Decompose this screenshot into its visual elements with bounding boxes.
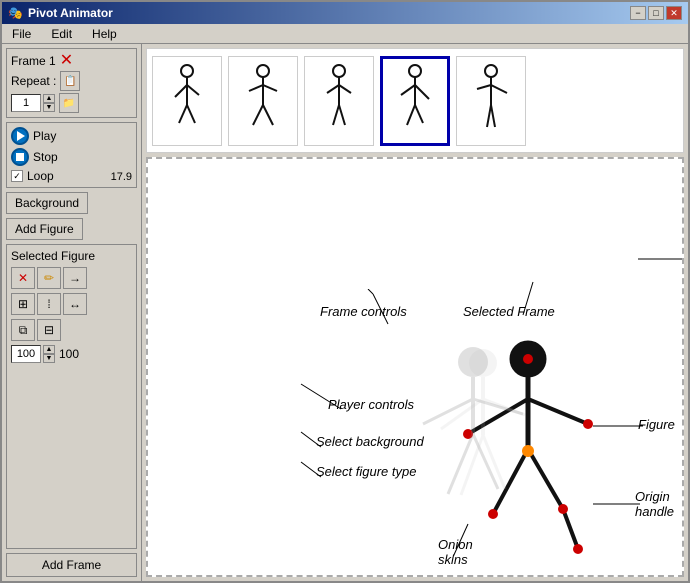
stick-figure-1	[165, 63, 210, 138]
annotation-line-onion	[448, 519, 498, 559]
stick-figure-5	[469, 63, 514, 138]
frame-thumb-1[interactable]	[152, 56, 222, 146]
menu-bar: File Edit Help	[2, 24, 688, 44]
add-frame-button[interactable]: Add Frame	[6, 553, 137, 577]
annotation-line-frame-controls	[348, 289, 398, 329]
canvas-area: Frame controls Selected Frame Time-line	[146, 157, 684, 577]
frame-copy-button[interactable]: 📋	[60, 71, 80, 91]
title-bar-controls: − □ ✕	[630, 6, 682, 20]
stop-square	[16, 153, 24, 161]
size-value2: 100	[59, 347, 79, 361]
annotation-select-figure: Select figure type	[316, 464, 416, 479]
annotation-line-selected	[518, 277, 548, 317]
frame-thumb-2[interactable]	[228, 56, 298, 146]
size-spinner: ▲ ▼	[11, 345, 55, 363]
stick-figure-2	[241, 63, 286, 138]
stick-figure-3	[317, 63, 362, 138]
figure-copy-button[interactable]: ⧉	[11, 319, 35, 341]
spin-arrows: ▲ ▼	[43, 94, 55, 112]
fps-display: 17.9	[111, 171, 132, 183]
annotation-line-bg	[296, 427, 326, 452]
size-spin-up[interactable]: ▲	[43, 345, 55, 354]
figure-move-button[interactable]: ↔	[63, 293, 87, 315]
repeat-section: Repeat : 📋	[11, 71, 132, 91]
left-panel: Frame 1 ✕ Repeat : 📋 ▲ ▼ 📁	[2, 44, 142, 581]
play-label: Play	[33, 129, 56, 143]
figure-grid-button[interactable]: ⊞	[11, 293, 35, 315]
selected-figure-title: Selected Figure	[11, 249, 132, 263]
frame-paste-button[interactable]: 📁	[59, 93, 79, 113]
app-title: Pivot Animator	[28, 6, 113, 20]
frame-delete-button[interactable]: ✕	[60, 53, 73, 69]
figure-controls-grid: ✕ ✏ →	[11, 267, 132, 289]
stop-label: Stop	[33, 150, 58, 164]
add-figure-button[interactable]: Add Figure	[6, 218, 83, 240]
spin-down[interactable]: ▼	[43, 103, 55, 112]
title-bar-left: 🎭 Pivot Animator	[8, 6, 113, 20]
size-row: ▲ ▼ 100	[11, 345, 132, 363]
figure-arrow-button[interactable]: →	[63, 267, 87, 289]
figure-delete-button[interactable]: ✕	[11, 267, 35, 289]
frame-row: Frame 1 ✕	[11, 53, 132, 69]
right-panel: Frame controls Selected Frame Time-line	[142, 44, 688, 581]
onion-skin-2	[423, 347, 543, 542]
menu-help[interactable]: Help	[86, 26, 123, 41]
close-button[interactable]: ✕	[666, 6, 682, 20]
play-triangle	[17, 131, 25, 141]
title-bar: 🎭 Pivot Animator − □ ✕	[2, 2, 688, 24]
figure-edit-button[interactable]: ✏	[37, 267, 61, 289]
repeat-spinner: ▲ ▼	[11, 94, 55, 112]
annotation-timeline: Time-line	[683, 247, 684, 277]
size-spin-down[interactable]: ▼	[43, 354, 55, 363]
maximize-button[interactable]: □	[648, 6, 664, 20]
play-button[interactable]: Play	[11, 127, 132, 145]
figure-layer-button[interactable]: ⊟	[37, 319, 61, 341]
selected-figure-section: Selected Figure ✕ ✏ → ⊞ ⁞ ↔ ⧉ ⊟	[6, 244, 137, 549]
play-icon	[11, 127, 29, 145]
figure-dots-button[interactable]: ⁞	[37, 293, 61, 315]
frame-section: Frame 1 ✕ Repeat : 📋 ▲ ▼ 📁	[6, 48, 137, 118]
minimize-button[interactable]: −	[630, 6, 646, 20]
main-window: 🎭 Pivot Animator − □ ✕ File Edit Help Fr…	[0, 0, 690, 583]
annotation-line-select-figure	[296, 457, 326, 482]
app-icon: 🎭	[8, 6, 23, 20]
annotation-select-bg: Select background	[316, 434, 424, 449]
figure-controls-grid-2: ⊞ ⁞ ↔	[11, 293, 132, 315]
menu-file[interactable]: File	[6, 26, 37, 41]
spin-up[interactable]: ▲	[43, 94, 55, 103]
loop-label: Loop	[27, 169, 54, 183]
repeat-spin-row: ▲ ▼ 📁	[11, 93, 132, 113]
stick-figure-4	[393, 63, 438, 138]
stop-icon	[11, 148, 29, 166]
repeat-input[interactable]	[11, 94, 41, 112]
frame-thumb-3[interactable]	[304, 56, 374, 146]
annotation-line-player	[296, 379, 346, 419]
size-input[interactable]	[11, 345, 41, 363]
size-spin-arrows: ▲ ▼	[43, 345, 55, 363]
stop-button[interactable]: Stop	[11, 148, 132, 166]
frame-thumb-4[interactable]	[380, 56, 450, 146]
annotation-line-origin	[588, 494, 643, 514]
annotation-line-timeline	[638, 249, 684, 269]
main-content: Frame 1 ✕ Repeat : 📋 ▲ ▼ 📁	[2, 44, 688, 581]
player-section: Play Stop ✓ Loop 17.9	[6, 122, 137, 188]
figure-controls-grid-3: ⧉ ⊟	[11, 319, 132, 341]
loop-checkbox[interactable]: ✓	[11, 170, 23, 182]
annotation-line-figure	[588, 414, 648, 439]
repeat-label: Repeat :	[11, 74, 56, 88]
background-button[interactable]: Background	[6, 192, 88, 214]
frame-thumb-5[interactable]	[456, 56, 526, 146]
menu-edit[interactable]: Edit	[45, 26, 78, 41]
timeline-strip	[146, 48, 684, 153]
frame-label: Frame 1	[11, 54, 56, 68]
